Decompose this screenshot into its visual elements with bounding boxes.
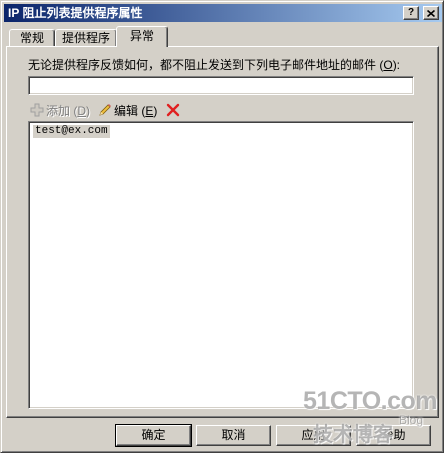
title-bar[interactable]: IP 阻止列表提供程序属性 ? bbox=[4, 4, 442, 22]
plus-icon bbox=[30, 103, 44, 117]
edit-button[interactable]: 编辑 (E) bbox=[97, 101, 157, 119]
help-button[interactable]: 帮助 bbox=[356, 425, 431, 446]
tab-exceptions[interactable]: 异常 bbox=[116, 26, 168, 47]
exception-address-input[interactable] bbox=[28, 76, 414, 95]
close-icon bbox=[427, 9, 435, 17]
exceptions-label: 无论提供程序反馈如何，都不阻止发送到下列电子邮件地址的邮件 (O): bbox=[28, 58, 400, 72]
help-icon: ? bbox=[407, 7, 415, 18]
dialog-window: IP 阻止列表提供程序属性 ? 常规 提供程序 异常 无论提供程序反馈如何，都不… bbox=[0, 0, 444, 453]
tab-panel-exceptions: 无论提供程序反馈如何，都不阻止发送到下列电子邮件地址的邮件 (O): 添加 (D… bbox=[6, 46, 439, 418]
ok-button[interactable]: 确定 bbox=[115, 424, 192, 447]
exception-address-list[interactable]: test@ex.com bbox=[28, 121, 414, 409]
delete-icon bbox=[166, 103, 180, 117]
list-item[interactable]: test@ex.com bbox=[33, 125, 110, 138]
access-key: O bbox=[383, 58, 393, 72]
tab-providers[interactable]: 提供程序 bbox=[55, 29, 117, 47]
title-help-button[interactable]: ? bbox=[403, 6, 419, 20]
delete-button[interactable] bbox=[165, 101, 181, 119]
pencil-icon bbox=[99, 104, 111, 116]
exceptions-label-text: 无论提供程序反馈如何，都不阻止发送到下列电子邮件地址的邮件 ( bbox=[28, 58, 384, 72]
cancel-button[interactable]: 取消 bbox=[196, 425, 271, 446]
edit-label: 编辑 (E) bbox=[114, 103, 158, 118]
apply-button[interactable]: 应用 bbox=[276, 425, 351, 446]
window-title: IP 阻止列表提供程序属性 bbox=[8, 6, 143, 20]
tab-general[interactable]: 常规 bbox=[9, 29, 55, 47]
close-button[interactable] bbox=[423, 6, 439, 20]
add-button[interactable]: 添加 (D) bbox=[30, 101, 90, 119]
add-label: 添加 (D) bbox=[46, 103, 91, 118]
exceptions-label-suffix: ): bbox=[392, 58, 401, 72]
